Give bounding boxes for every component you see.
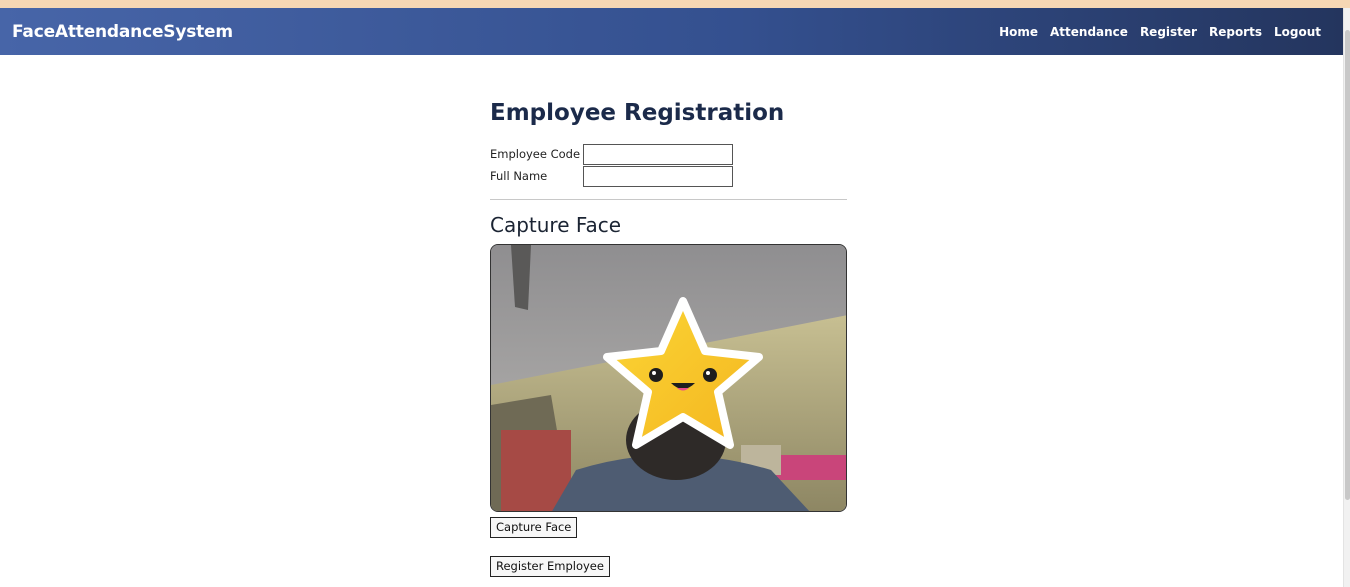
page-scrollbar[interactable]	[1343, 8, 1350, 587]
brand-logo[interactable]: FaceAttendanceSystem	[12, 22, 233, 42]
registration-panel: Employee Registration Employee Code Full…	[490, 95, 847, 577]
star-face-icon	[603, 297, 763, 449]
nav-link-reports[interactable]: Reports	[1209, 25, 1262, 39]
nav-link-home[interactable]: Home	[999, 25, 1038, 39]
capture-face-heading: Capture Face	[490, 213, 622, 237]
capture-face-button[interactable]: Capture Face	[490, 517, 578, 538]
section-divider	[490, 199, 847, 200]
page-title: Employee Registration	[490, 100, 785, 126]
nav-link-register[interactable]: Register	[1140, 25, 1197, 39]
navbar: FaceAttendanceSystem Home Attendance Reg…	[0, 8, 1343, 55]
form-row-full-name: Full Name	[490, 165, 847, 187]
browser-top-strip	[0, 0, 1350, 8]
webcam-preview	[490, 244, 847, 512]
nav-link-logout[interactable]: Logout	[1274, 25, 1321, 39]
nav-links: Home Attendance Register Reports Logout	[999, 25, 1331, 39]
employee-code-label: Employee Code	[490, 147, 581, 161]
register-employee-button[interactable]: Register Employee	[490, 556, 610, 577]
nav-link-attendance[interactable]: Attendance	[1050, 25, 1128, 39]
full-name-input[interactable]	[583, 165, 733, 187]
registration-form: Employee Code Full Name	[490, 143, 847, 187]
full-name-label: Full Name	[490, 169, 548, 183]
form-row-employee-code: Employee Code	[490, 143, 847, 165]
scrollbar-thumb[interactable]	[1345, 30, 1350, 500]
employee-code-input[interactable]	[583, 143, 733, 165]
